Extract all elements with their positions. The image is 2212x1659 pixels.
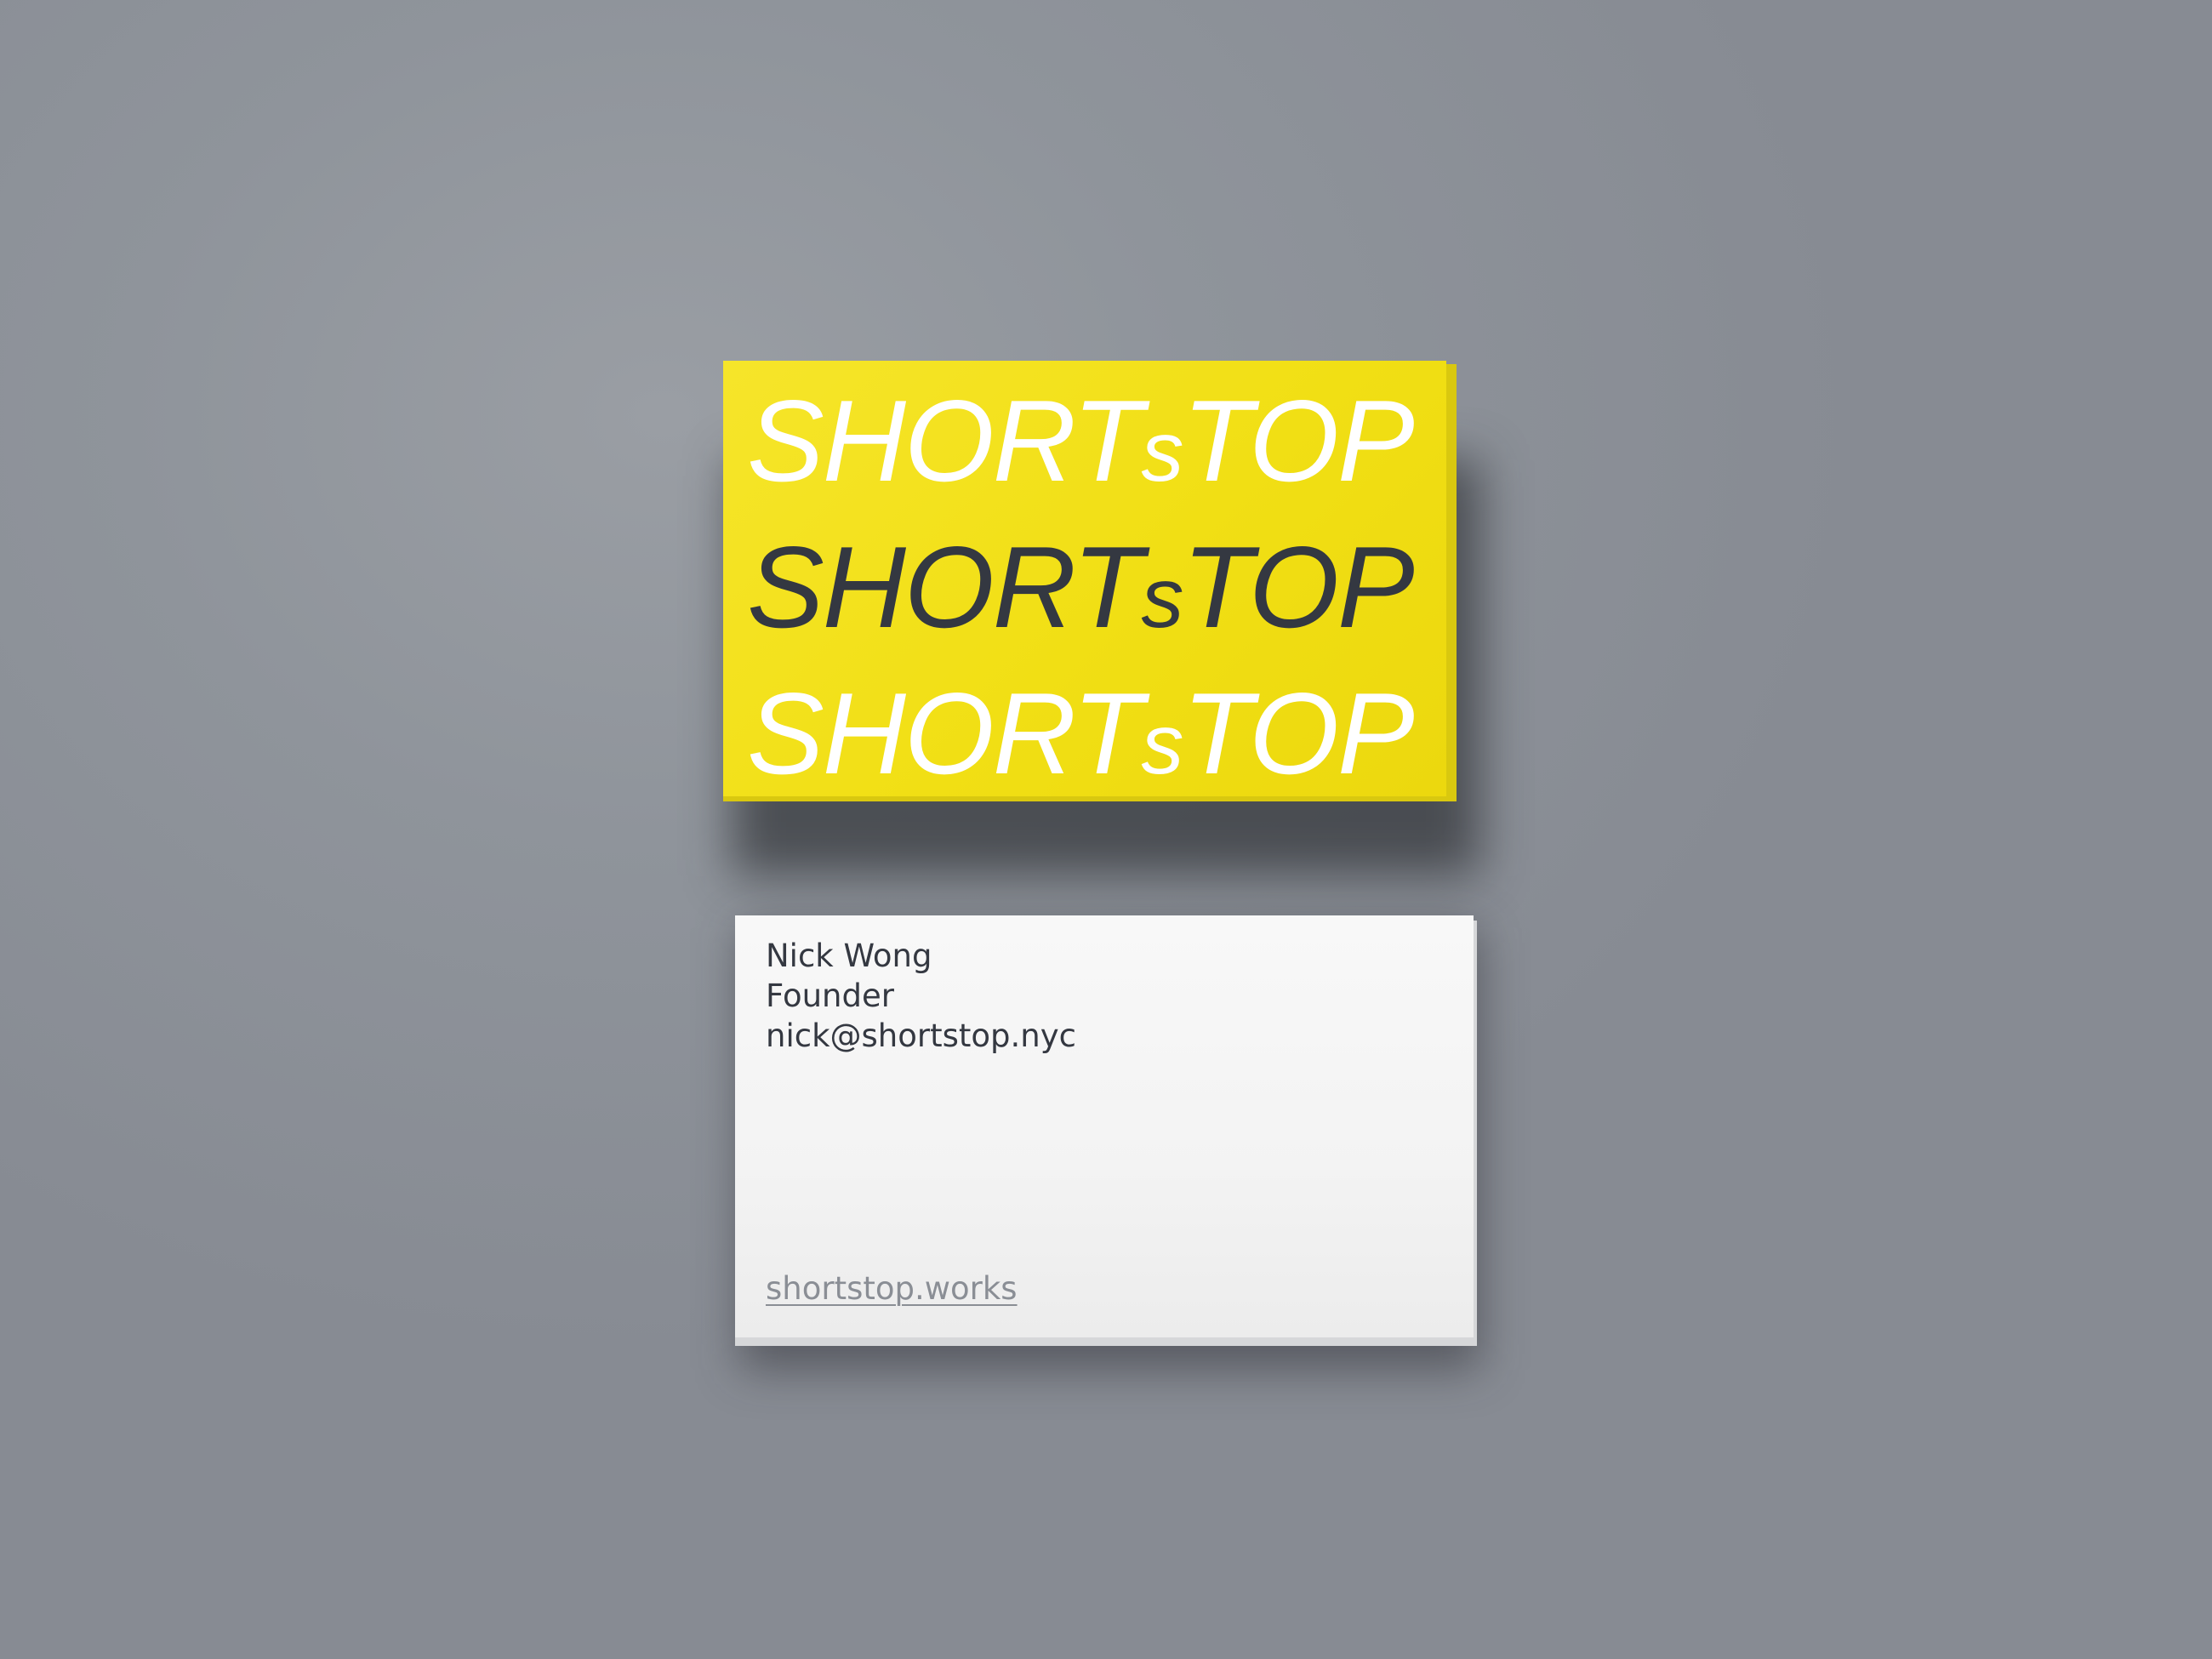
contact-email: nick@shortstop.nyc (766, 1018, 1076, 1054)
wordmark-row-middle: SHORTsTOP (747, 529, 1445, 645)
wordmark-part: SHORT (747, 376, 1143, 505)
wordmark-row-top: SHORTsTOP (747, 383, 1445, 499)
white-business-card: Nick Wong Founder nick@shortstop.nyc sho… (735, 915, 1474, 1337)
wordmark-small-s: s (1141, 404, 1184, 499)
contact-name: Nick Wong (766, 938, 932, 974)
wordmark-part: TOP (1182, 522, 1415, 652)
wordmark-small-s: s (1141, 550, 1184, 646)
website-link: shortstop.works (766, 1270, 1018, 1307)
wordmark-part: TOP (1182, 669, 1415, 796)
contact-title: Founder (766, 978, 894, 1014)
contact-block: Nick Wong Founder nick@shortstop.nyc (766, 936, 1076, 1056)
wordmark-part: TOP (1182, 376, 1415, 505)
wordmark-row-bottom: SHORTsTOP (747, 676, 1445, 791)
wordmark-part: SHORT (747, 522, 1143, 652)
yellow-business-card: SHORTsTOP SHORTsTOP SHORTsTOP (723, 361, 1446, 796)
wordmark-part: SHORT (747, 669, 1143, 796)
wordmark-small-s: s (1141, 697, 1184, 792)
